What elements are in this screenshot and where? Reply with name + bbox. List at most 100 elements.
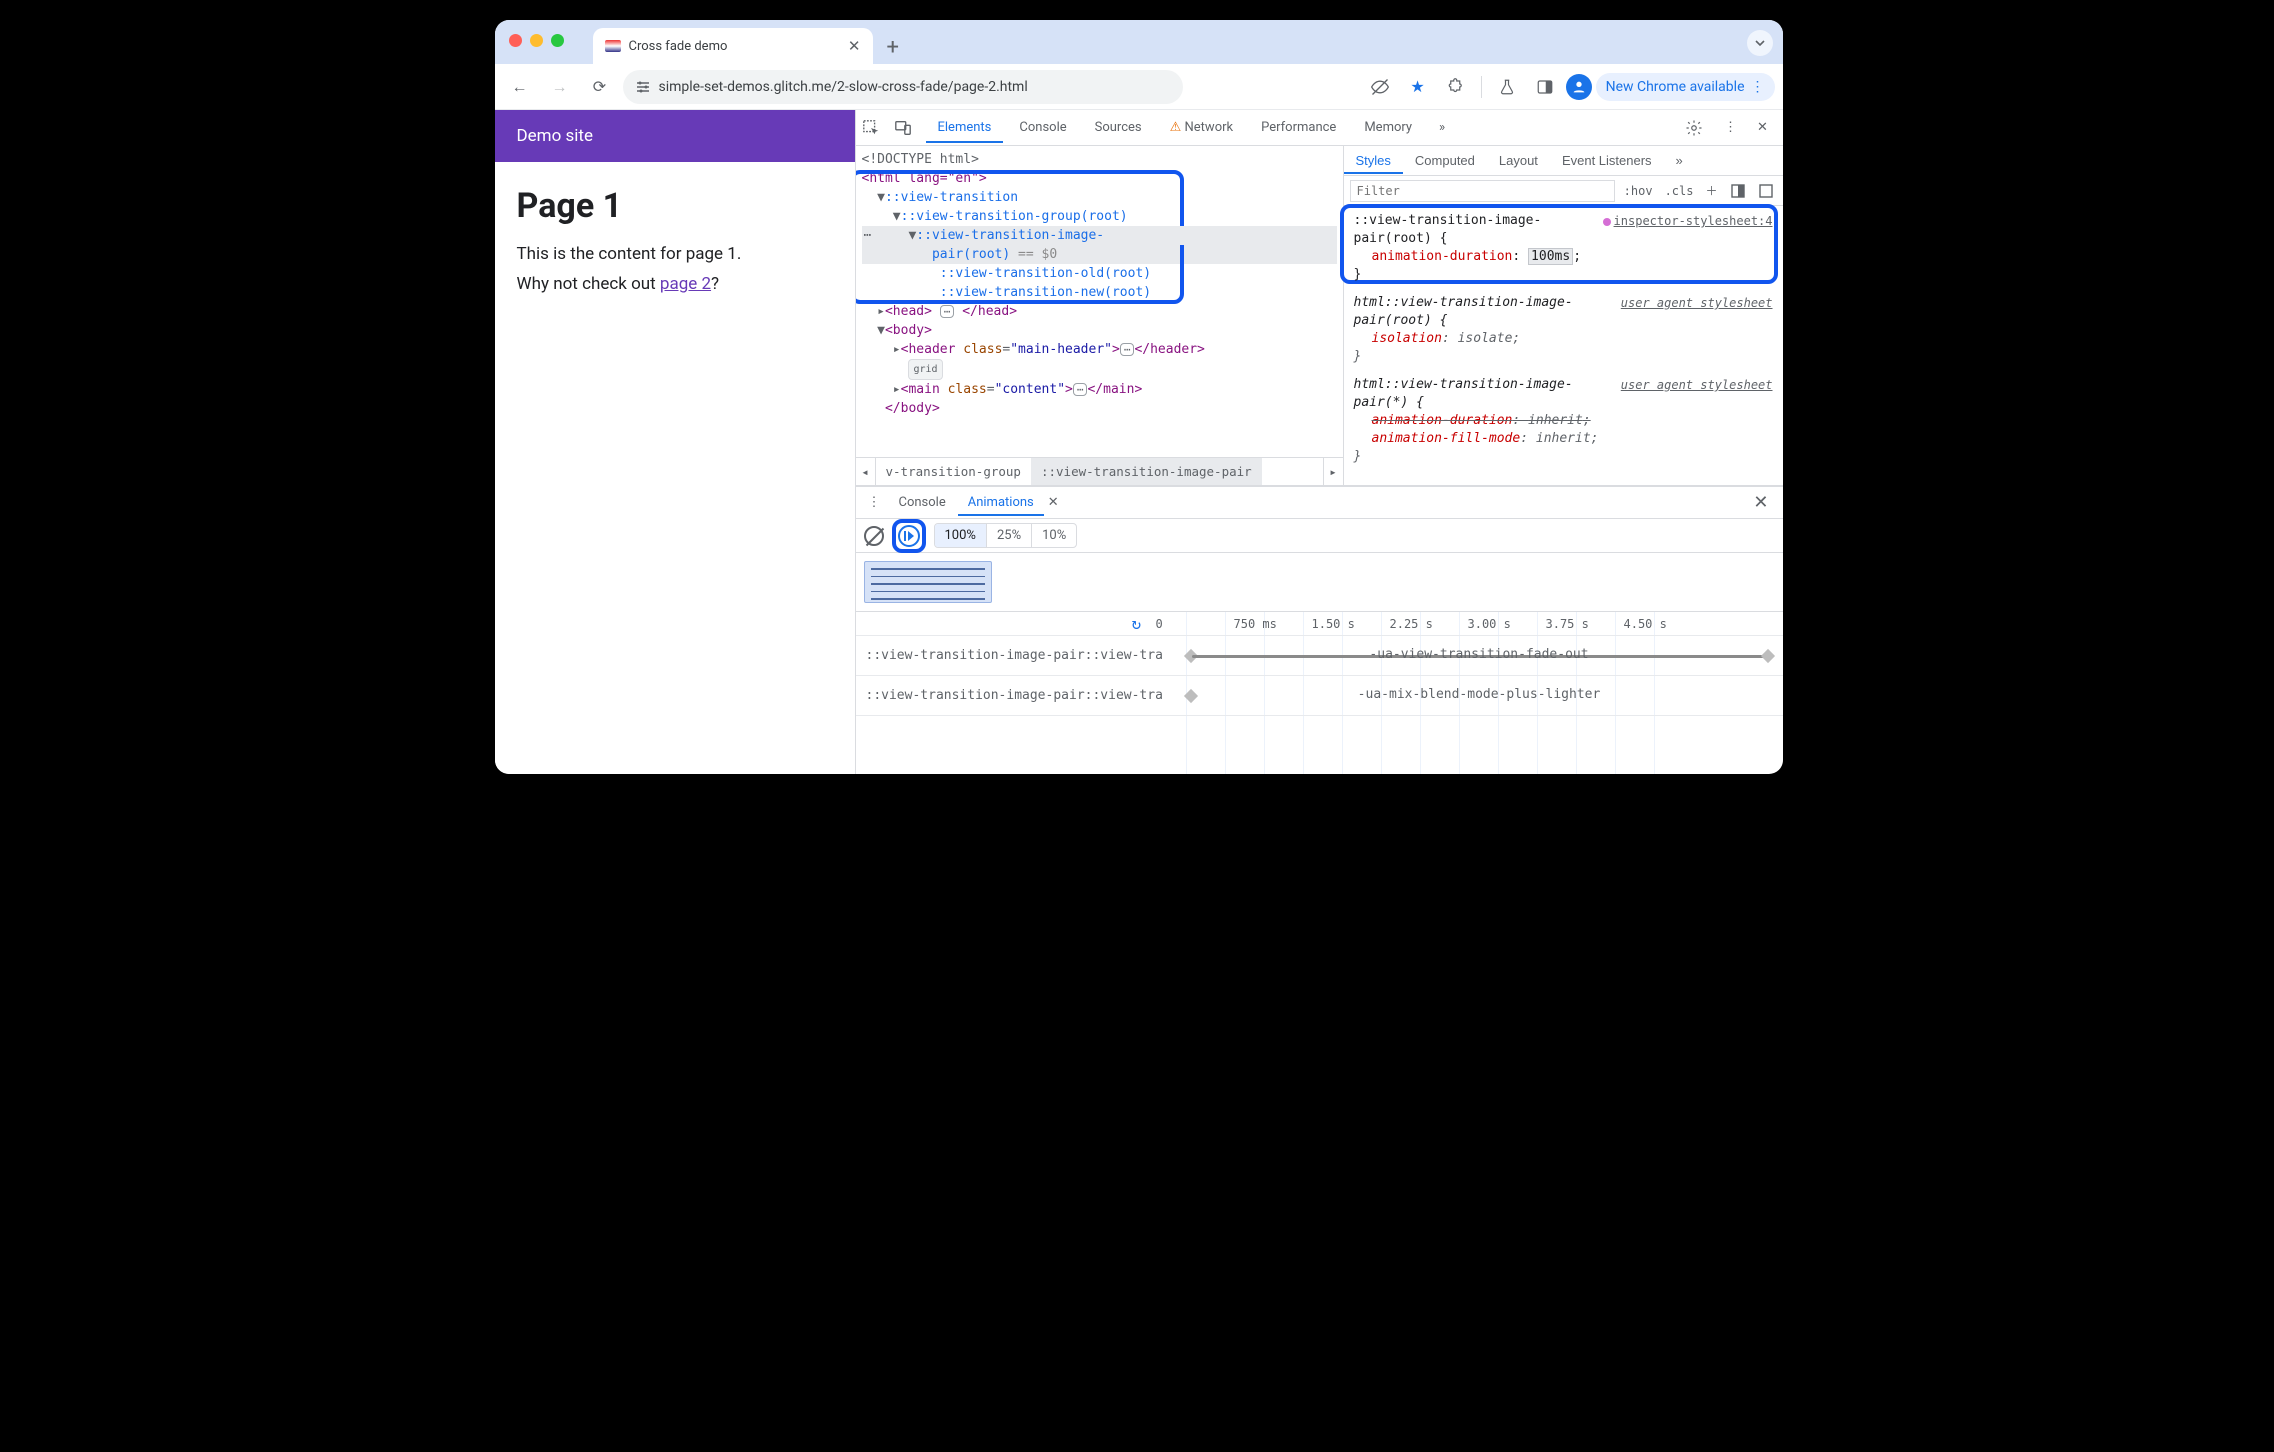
- extensions-icon[interactable]: [1439, 70, 1473, 104]
- side-panel-icon[interactable]: [1528, 70, 1562, 104]
- page-body: Page 1 This is the content for page 1. W…: [495, 162, 855, 322]
- page-header: Demo site: [495, 110, 855, 162]
- tab-layout[interactable]: Layout: [1487, 147, 1550, 174]
- tab-sources[interactable]: Sources: [1083, 112, 1154, 143]
- tab-computed[interactable]: Computed: [1403, 147, 1487, 174]
- new-tab-button[interactable]: +: [873, 35, 913, 64]
- drawer-tab-console[interactable]: Console: [889, 489, 956, 516]
- styles-filter-input[interactable]: [1350, 180, 1615, 202]
- labs-icon[interactable]: [1490, 70, 1524, 104]
- speed-10[interactable]: 10%: [1032, 524, 1076, 547]
- css-rules[interactable]: inspector-stylesheet:4 ::view-transition…: [1344, 206, 1783, 482]
- inspect-element-icon[interactable]: [862, 119, 890, 137]
- animations-timeline[interactable]: ↻ 0750 ms1.50 s2.25 s3.00 s3.75 s4.50 s …: [856, 612, 1783, 774]
- tab-network[interactable]: Network: [1158, 112, 1246, 143]
- crumb-scroll-left[interactable]: ◂: [856, 458, 876, 485]
- styles-toolbar: :hov .cls ＋: [1344, 176, 1783, 206]
- devtools-drawer: ⋮ Console Animations ✕ ✕ 100% 25%: [856, 486, 1783, 774]
- animation-track[interactable]: ::view-transition-image-pair::view-tra -…: [856, 636, 1783, 676]
- play-pause-button[interactable]: [898, 525, 920, 547]
- menu-icon: ⋮: [1751, 79, 1765, 95]
- rule-source-ua: user agent stylesheet: [1621, 376, 1773, 394]
- css-rule: user agent stylesheet html::view-transit…: [1354, 376, 1773, 466]
- cls-toggle[interactable]: .cls: [1662, 184, 1697, 198]
- dom-tree[interactable]: <!DOCTYPE html> <html lang="en"> ▼::view…: [856, 146, 1343, 485]
- tab-title: Cross fade demo: [629, 39, 840, 54]
- forward-button[interactable]: →: [543, 70, 577, 104]
- separator: [1481, 76, 1482, 98]
- page-paragraph-2: Why not check out page 2?: [517, 274, 833, 294]
- rule-source-link[interactable]: inspector-stylesheet:4: [1603, 212, 1773, 230]
- crumb-item-selected[interactable]: ::view-transition-image-pair: [1031, 458, 1262, 485]
- animations-toolbar: 100% 25% 10%: [856, 519, 1783, 553]
- update-label: New Chrome available: [1606, 79, 1745, 95]
- minimize-window-button[interactable]: [530, 34, 543, 47]
- page-title: Page 1: [517, 186, 833, 226]
- update-chrome-button[interactable]: New Chrome available ⋮: [1596, 73, 1775, 101]
- timeline-ruler: ↻ 0750 ms1.50 s2.25 s3.00 s3.75 s4.50 s: [856, 612, 1783, 636]
- crumb-scroll-right[interactable]: ▸: [1323, 458, 1343, 485]
- devtools-panel: Elements Console Sources Network Perform…: [855, 110, 1783, 774]
- window-controls: [509, 34, 564, 47]
- rendering-icon[interactable]: [1755, 183, 1777, 199]
- settings-gear-icon[interactable]: [1685, 119, 1713, 137]
- close-drawer-tab-button[interactable]: ✕: [1046, 489, 1061, 516]
- back-button[interactable]: ←: [503, 70, 537, 104]
- styles-panel: Styles Computed Layout Event Listeners »…: [1343, 146, 1783, 485]
- browser-tab[interactable]: Cross fade demo ✕: [593, 28, 873, 64]
- more-styles-tabs-icon[interactable]: »: [1664, 147, 1695, 174]
- url-text: simple-set-demos.glitch.me/2-slow-cross-…: [659, 79, 1028, 95]
- tab-memory[interactable]: Memory: [1352, 112, 1424, 143]
- computed-toggle-icon[interactable]: [1727, 183, 1749, 199]
- close-tab-button[interactable]: ✕: [848, 37, 861, 55]
- browser-toolbar: ← → ⟳ simple-set-demos.glitch.me/2-slow-…: [495, 64, 1783, 110]
- animation-groups: [856, 553, 1783, 612]
- rewind-icon[interactable]: ↻: [1132, 614, 1210, 633]
- browser-window: Cross fade demo ✕ + ← → ⟳ simple-set-dem…: [495, 20, 1783, 774]
- devtools-tabbar: Elements Console Sources Network Perform…: [856, 110, 1783, 146]
- css-rule: user agent stylesheet html::view-transit…: [1354, 294, 1773, 366]
- clear-animations-button[interactable]: [864, 526, 884, 546]
- grid-badge[interactable]: grid: [908, 359, 942, 380]
- css-rule: inspector-stylesheet:4 ::view-transition…: [1354, 212, 1773, 284]
- favicon-icon: [605, 40, 621, 52]
- speed-25[interactable]: 25%: [987, 524, 1032, 547]
- speed-100[interactable]: 100%: [935, 524, 987, 547]
- rule-source-ua: user agent stylesheet: [1621, 294, 1773, 312]
- hov-toggle[interactable]: :hov: [1621, 184, 1656, 198]
- tab-event-listeners[interactable]: Event Listeners: [1550, 147, 1664, 174]
- styles-tabbar: Styles Computed Layout Event Listeners »: [1344, 146, 1783, 176]
- more-tabs-icon[interactable]: »: [1428, 120, 1456, 135]
- animation-group-thumb[interactable]: [864, 561, 992, 603]
- tab-console[interactable]: Console: [1007, 112, 1078, 143]
- address-bar[interactable]: simple-set-demos.glitch.me/2-slow-cross-…: [623, 70, 1183, 104]
- tab-elements[interactable]: Elements: [926, 112, 1004, 143]
- close-devtools-button[interactable]: ✕: [1749, 120, 1777, 135]
- profile-avatar[interactable]: [1566, 74, 1592, 100]
- new-rule-button[interactable]: ＋: [1702, 182, 1720, 199]
- page-link[interactable]: page 2: [660, 274, 711, 294]
- bookmark-icon[interactable]: ★: [1401, 70, 1435, 104]
- drawer-tabbar: ⋮ Console Animations ✕ ✕: [856, 487, 1783, 519]
- device-toggle-icon[interactable]: [894, 119, 922, 137]
- tab-performance[interactable]: Performance: [1249, 112, 1348, 143]
- content-area: Demo site Page 1 This is the content for…: [495, 110, 1783, 774]
- playback-speed-group: 100% 25% 10%: [934, 523, 1078, 548]
- close-window-button[interactable]: [509, 34, 522, 47]
- reload-button[interactable]: ⟳: [583, 70, 617, 104]
- tab-strip: Cross fade demo ✕ +: [495, 20, 1783, 64]
- dom-breadcrumbs: ◂ v-transition-group ::view-transition-i…: [856, 457, 1343, 485]
- drawer-tab-animations[interactable]: Animations: [958, 489, 1044, 516]
- crumb-item[interactable]: v-transition-group: [876, 458, 1031, 485]
- maximize-window-button[interactable]: [551, 34, 564, 47]
- tab-styles[interactable]: Styles: [1344, 147, 1403, 174]
- site-settings-icon[interactable]: [635, 79, 651, 95]
- kebab-menu-icon[interactable]: ⋮: [1717, 120, 1745, 135]
- close-drawer-button[interactable]: ✕: [1745, 492, 1776, 513]
- animation-track[interactable]: ::view-transition-image-pair::view-tra -…: [856, 676, 1783, 716]
- tabs-dropdown-button[interactable]: [1747, 30, 1773, 56]
- drawer-menu-icon[interactable]: ⋮: [862, 495, 887, 510]
- page-paragraph-1: This is the content for page 1.: [517, 244, 833, 264]
- page-viewport: Demo site Page 1 This is the content for…: [495, 110, 855, 774]
- hide-extension-icon[interactable]: [1363, 70, 1397, 104]
